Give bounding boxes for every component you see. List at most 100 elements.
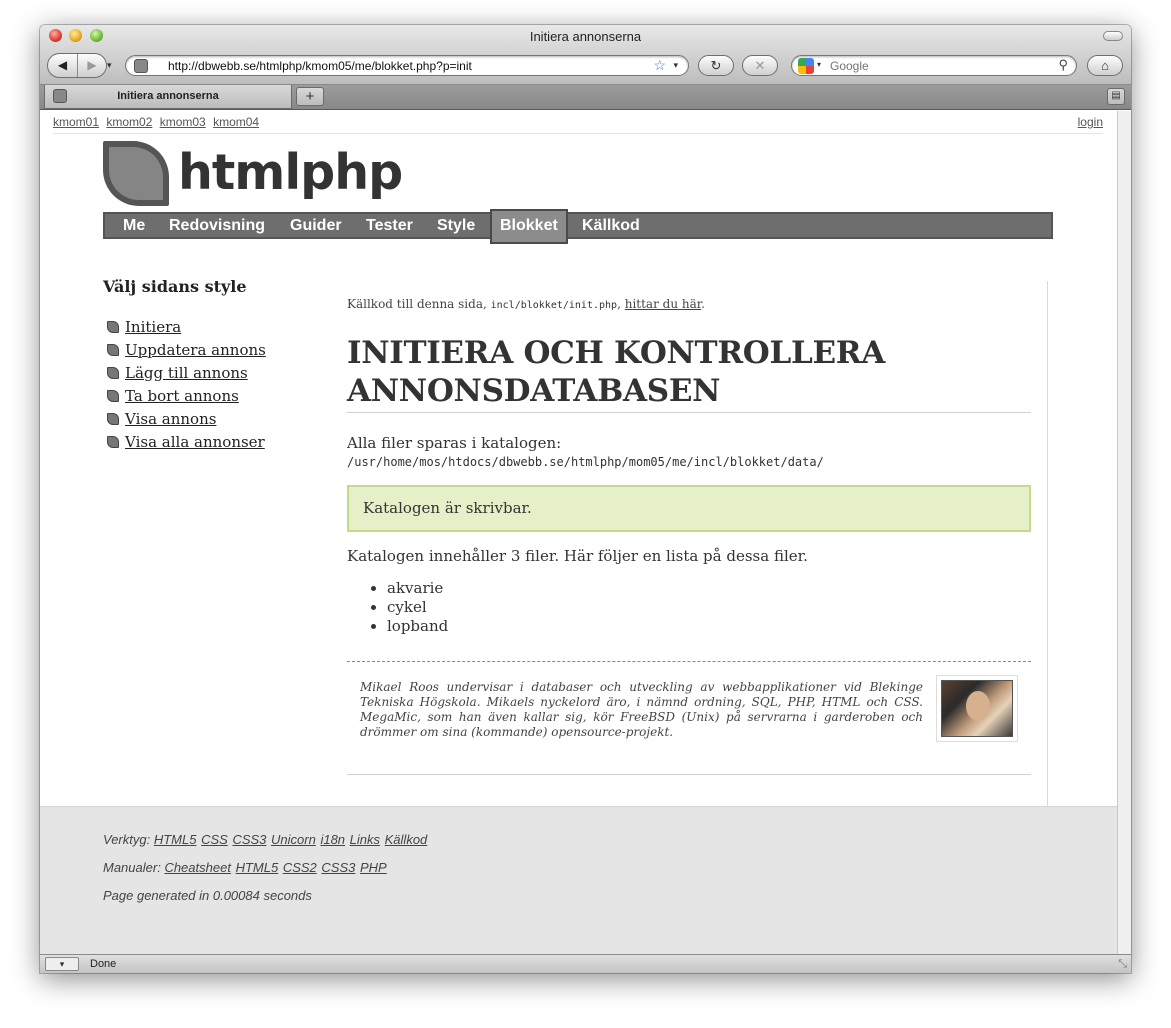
source-suffix: . bbox=[701, 297, 705, 311]
tab-title: Initiera annonserna bbox=[117, 90, 219, 102]
course-links: kmom01 kmom02 kmom03 kmom04 bbox=[53, 115, 263, 129]
back-forward-group: ◀ ▶ bbox=[47, 53, 107, 78]
list-item: lopband bbox=[387, 617, 1031, 636]
top-divider bbox=[53, 133, 1103, 134]
reload-icon[interactable]: ↻ bbox=[698, 55, 734, 76]
status-text: Done bbox=[90, 958, 117, 970]
tool-link[interactable]: CSS bbox=[201, 832, 228, 847]
history-dropdown-icon[interactable]: ▾ bbox=[107, 60, 112, 71]
link-kmom01[interactable]: kmom01 bbox=[53, 115, 99, 129]
content-divider bbox=[1047, 281, 1048, 814]
forward-icon[interactable]: ▶ bbox=[78, 54, 106, 77]
tools-label: Verktyg: bbox=[103, 832, 151, 847]
nav-style[interactable]: Style bbox=[437, 217, 475, 235]
sidebar-link[interactable]: Initiera bbox=[125, 318, 181, 336]
link-kmom02[interactable]: kmom02 bbox=[106, 115, 152, 129]
sidebar-link[interactable]: Visa alla annonser bbox=[125, 433, 265, 451]
files-path: /usr/home/mos/htdocs/dbwebb.se/htmlphp/m… bbox=[347, 455, 824, 469]
nav-kallkod[interactable]: Källkod bbox=[582, 217, 640, 235]
manual-link[interactable]: PHP bbox=[360, 860, 387, 875]
bullet-leaf-icon bbox=[107, 436, 119, 448]
address-bar[interactable]: http://dbwebb.se/htmlphp/kmom05/me/blokk… bbox=[125, 55, 689, 76]
nav-redovisning[interactable]: Redovisning bbox=[169, 217, 265, 235]
login-link[interactable]: login bbox=[1078, 115, 1103, 129]
sidebar-item-visa-alla: Visa alla annonser bbox=[107, 433, 266, 456]
list-item: akvarie bbox=[387, 579, 1031, 598]
tool-link[interactable]: Unicorn bbox=[271, 832, 316, 847]
search-icon[interactable]: ⚲ bbox=[1058, 57, 1068, 73]
bullet-leaf-icon bbox=[107, 321, 119, 333]
author-bio: Mikael Roos undervisar i databaser och u… bbox=[347, 662, 1031, 775]
window-title: Initiera annonserna bbox=[529, 29, 642, 44]
stop-icon[interactable]: ✕ bbox=[742, 55, 778, 76]
manual-link[interactable]: CSS3 bbox=[321, 860, 355, 875]
page-footer: Verktyg: HTML5 CSS CSS3 Unicorn i18n Lin… bbox=[40, 806, 1117, 954]
page-title-line1: INITIERA OCH KONTROLLERA bbox=[347, 335, 886, 371]
tab-list-icon[interactable]: ▤ bbox=[1107, 88, 1125, 105]
sidebar-title: Välj sidans style bbox=[103, 277, 247, 296]
manual-link[interactable]: CSS2 bbox=[283, 860, 317, 875]
title-bar: Initiera annonserna ◀ ▶ ▾ http://dbwebb.… bbox=[40, 25, 1131, 85]
bullet-leaf-icon bbox=[107, 390, 119, 402]
main-content: Källkod till denna sida, incl/blokket/in… bbox=[347, 271, 1031, 775]
page-title-line2: ANNONSDATABASEN bbox=[347, 373, 721, 409]
file-count-text: Katalogen innehåller 3 filer. Här följer… bbox=[347, 547, 808, 565]
tab-active[interactable]: Initiera annonserna bbox=[44, 85, 292, 109]
tool-link[interactable]: CSS3 bbox=[232, 832, 266, 847]
tab-bar: Initiera annonserna + ▤ bbox=[40, 85, 1131, 110]
tool-link[interactable]: Links bbox=[350, 832, 380, 847]
sidebar-link[interactable]: Visa annons bbox=[125, 410, 216, 428]
sidebar-link[interactable]: Ta bort annons bbox=[125, 387, 239, 405]
nav-guider[interactable]: Guider bbox=[290, 217, 342, 235]
link-kmom03[interactable]: kmom03 bbox=[160, 115, 206, 129]
resize-grip-icon[interactable]: ⤡ bbox=[1118, 958, 1127, 971]
generation-time: Page generated in 0.00084 seconds bbox=[103, 888, 312, 903]
nav-me[interactable]: Me bbox=[123, 217, 145, 235]
files-intro: Alla filer sparas i katalogen: bbox=[347, 434, 562, 452]
url-text[interactable]: http://dbwebb.se/htmlphp/kmom05/me/blokk… bbox=[168, 59, 472, 73]
sidebar-item-initiera: Initiera bbox=[107, 318, 266, 341]
source-link[interactable]: hittar du här bbox=[625, 297, 701, 311]
new-tab-button[interactable]: + bbox=[296, 87, 324, 106]
link-kmom04[interactable]: kmom04 bbox=[213, 115, 259, 129]
avatar bbox=[936, 675, 1018, 742]
sidebar-menu: Initiera Uppdatera annons Lägg till anno… bbox=[107, 318, 266, 456]
sidebar-item-ta-bort: Ta bort annons bbox=[107, 387, 266, 410]
nav-blokket[interactable]: Blokket bbox=[490, 209, 568, 244]
site-logo-icon[interactable] bbox=[103, 141, 169, 206]
tool-link[interactable]: i18n bbox=[320, 832, 345, 847]
url-dropdown-icon[interactable]: ▾ bbox=[673, 60, 678, 71]
bio-text: Mikael Roos undervisar i databaser och u… bbox=[360, 680, 923, 739]
status-dropdown-icon[interactable]: ▾ bbox=[45, 957, 79, 971]
toolbar-toggle-button[interactable] bbox=[1103, 31, 1123, 41]
tool-link[interactable]: Källkod bbox=[385, 832, 428, 847]
author-photo bbox=[941, 680, 1013, 737]
page-title: INITIERA OCH KONTROLLERA ANNONSDATABASEN bbox=[347, 334, 1031, 413]
search-bar[interactable]: ▾ ⚲ bbox=[791, 55, 1077, 76]
vertical-scrollbar[interactable] bbox=[1117, 111, 1131, 954]
source-separator: , bbox=[617, 297, 621, 311]
file-list: akvarie cykel lopband bbox=[347, 579, 1031, 636]
nav-tester[interactable]: Tester bbox=[366, 217, 413, 235]
bookmark-star-icon[interactable]: ☆ bbox=[653, 57, 666, 74]
manual-link[interactable]: Cheatsheet bbox=[164, 860, 231, 875]
google-icon[interactable] bbox=[798, 58, 814, 74]
sidebar-link[interactable]: Lägg till annons bbox=[125, 364, 248, 382]
manual-link[interactable]: HTML5 bbox=[236, 860, 279, 875]
back-icon[interactable]: ◀ bbox=[48, 54, 78, 77]
list-item: cykel bbox=[387, 598, 1031, 617]
bullet-leaf-icon bbox=[107, 344, 119, 356]
search-engine-dropdown-icon[interactable]: ▾ bbox=[817, 60, 821, 69]
search-input[interactable] bbox=[830, 58, 1050, 73]
manuals-label: Manualer: bbox=[103, 860, 161, 875]
site-favicon-icon bbox=[134, 59, 148, 73]
sidebar-item-uppdatera: Uppdatera annons bbox=[107, 341, 266, 364]
site-logo-text[interactable]: htmlphp bbox=[178, 144, 403, 201]
browser-window: Initiera annonserna ◀ ▶ ▾ http://dbwebb.… bbox=[40, 25, 1131, 973]
status-bar: ▾ Done ⤡ bbox=[40, 954, 1131, 973]
home-icon[interactable]: ⌂ bbox=[1087, 55, 1123, 76]
face-shape bbox=[966, 691, 990, 721]
sidebar-item-visa: Visa annons bbox=[107, 410, 266, 433]
tool-link[interactable]: HTML5 bbox=[154, 832, 197, 847]
sidebar-link[interactable]: Uppdatera annons bbox=[125, 341, 266, 359]
